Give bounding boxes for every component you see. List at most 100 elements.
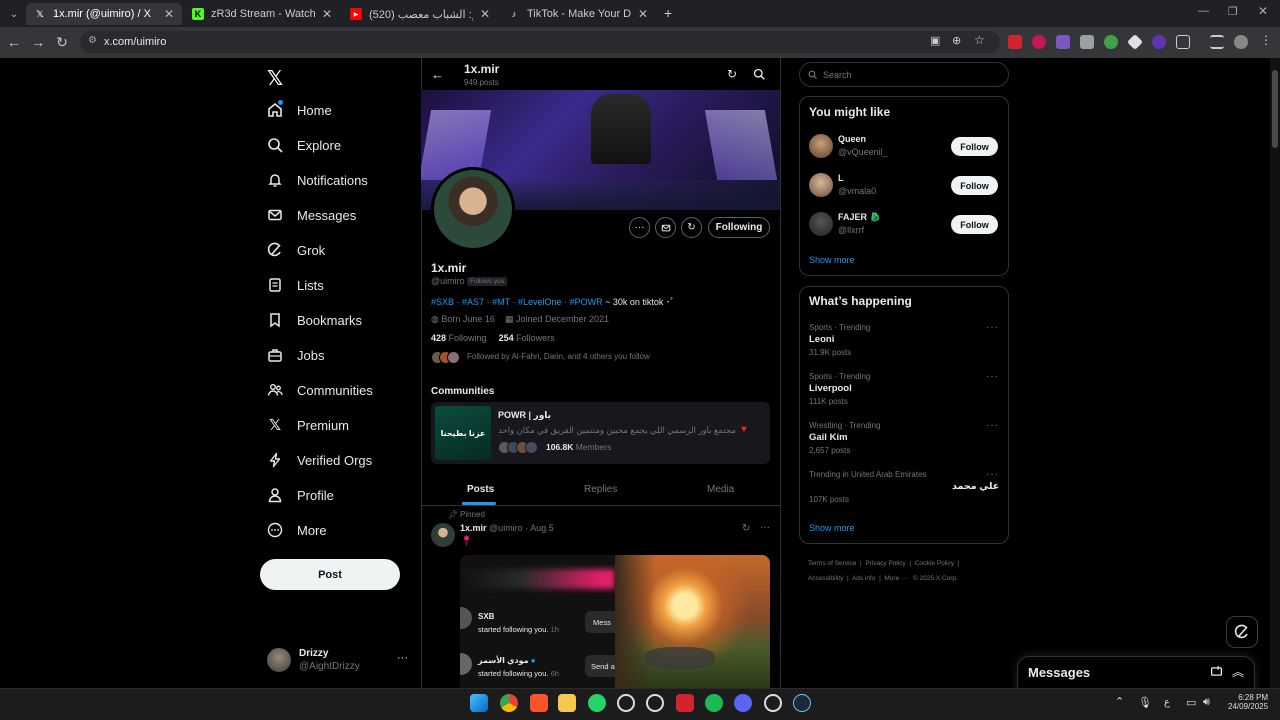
post-author-avatar[interactable] <box>431 523 455 547</box>
app-icon[interactable] <box>646 694 664 712</box>
message-button[interactable] <box>655 217 676 238</box>
post-more-icon[interactable]: ··· <box>760 522 770 533</box>
site-info-icon[interactable]: ⚙ <box>88 35 97 46</box>
chrome-icon[interactable] <box>500 694 518 712</box>
trend-name[interactable]: Liverpool <box>809 383 852 394</box>
tab-media[interactable]: Media <box>707 484 734 495</box>
extension-icon[interactable] <box>1152 35 1166 49</box>
trend-more-icon[interactable]: ··· <box>986 371 999 382</box>
forward-arrow-icon[interactable]: → <box>29 33 47 51</box>
suggestion-name[interactable]: Queen <box>838 134 866 144</box>
post-button[interactable]: Post <box>260 559 400 590</box>
tray-chevron-icon[interactable]: ⌃ <box>1115 695 1124 708</box>
extension-icon[interactable] <box>1056 35 1070 49</box>
nav-jobs[interactable]: Jobs <box>267 342 324 368</box>
network-icon[interactable]: ▭ <box>1186 696 1196 709</box>
footer-link[interactable]: Ads info <box>852 575 876 582</box>
close-tab-icon[interactable]: ✕ <box>480 7 490 21</box>
follow-button[interactable]: Follow <box>951 176 998 195</box>
nav-home[interactable]: Home <box>267 97 332 123</box>
app-icon[interactable] <box>617 694 635 712</box>
nav-lists[interactable]: Lists <box>267 272 324 298</box>
show-more-link[interactable]: Show more <box>809 523 855 533</box>
grok-float-button[interactable] <box>1226 616 1258 648</box>
new-tab-icon[interactable]: + <box>664 5 678 21</box>
hashtag-link[interactable]: #AS7 <box>462 297 484 307</box>
trend-name[interactable]: Gail Kim <box>809 432 848 443</box>
input-language[interactable]: ع <box>1164 697 1170 708</box>
nav-more[interactable]: More <box>267 517 327 543</box>
url-input[interactable]: ⚙ x.com/uimiro ▣ ⊕ ☆ <box>80 31 1000 53</box>
nav-explore[interactable]: Explore <box>267 132 341 158</box>
following-stat[interactable]: 428 Following <box>431 333 487 343</box>
brave-icon[interactable] <box>530 694 548 712</box>
nav-premium[interactable]: 𝕏 Premium <box>267 412 349 438</box>
reading-list-icon[interactable] <box>1210 35 1224 49</box>
puzzle-extensions-icon[interactable] <box>1176 35 1190 49</box>
search-icon[interactable] <box>753 67 765 85</box>
account-avatar[interactable] <box>267 648 291 672</box>
post-image-left[interactable]: SXB started following you. 1h Mess مودي … <box>460 555 615 688</box>
whatsapp-icon[interactable] <box>588 694 606 712</box>
community-card[interactable]: عزنا بطيحنا POWR | باور مجتمع باور الرسم… <box>431 402 770 464</box>
page-scrollbar[interactable] <box>1270 58 1280 688</box>
suggestion-avatar[interactable] <box>809 134 833 158</box>
expand-chevron-icon[interactable]: ︽ <box>1232 663 1244 680</box>
trend-more-icon[interactable]: ··· <box>986 322 999 333</box>
grok-icon[interactable]: ↻ <box>727 67 737 81</box>
messages-drawer[interactable]: Messages ︽ <box>1017 656 1255 688</box>
trend-name[interactable]: Leoni <box>809 334 834 345</box>
close-window-icon[interactable]: ✕ <box>1258 4 1268 18</box>
nav-verified-orgs[interactable]: Verified Orgs <box>267 447 372 473</box>
nav-profile[interactable]: Profile <box>267 482 334 508</box>
trend-more-icon[interactable]: ··· <box>986 420 999 431</box>
tab-posts[interactable]: Posts <box>467 484 494 495</box>
file-explorer-icon[interactable] <box>558 694 576 712</box>
footer-link[interactable]: More ··· <box>884 575 907 582</box>
spotify-icon[interactable] <box>705 694 723 712</box>
close-tab-icon[interactable]: ✕ <box>164 7 174 21</box>
minimize-icon[interactable]: — <box>1198 5 1209 17</box>
tab-search-chevron-icon[interactable]: ⌄ <box>6 6 22 22</box>
nav-messages[interactable]: Messages <box>267 202 356 228</box>
back-arrow-icon[interactable]: ← <box>5 33 23 51</box>
app-icon[interactable] <box>676 694 694 712</box>
cast-icon[interactable]: ▣ <box>930 34 940 47</box>
tab-replies[interactable]: Replies <box>584 484 617 495</box>
new-message-icon[interactable] <box>1210 665 1223 683</box>
hashtag-link[interactable]: #SXB <box>431 297 454 307</box>
microphone-icon[interactable]: 🎙︎ <box>1138 696 1152 709</box>
tab-tiktok[interactable]: ♪ TikTok - Make Your Day ✕ <box>500 3 656 25</box>
close-tab-icon[interactable]: ✕ <box>638 7 648 21</box>
tab-kick-stream[interactable]: K zR3d Stream - Watch Live on Ki ✕ <box>184 3 340 25</box>
nav-notifications[interactable]: Notifications <box>267 167 368 193</box>
following-button[interactable]: Following <box>708 217 770 238</box>
discord-icon[interactable] <box>734 694 752 712</box>
zoom-icon[interactable]: ⊕ <box>952 34 961 47</box>
footer-link[interactable]: Accessibility <box>808 575 843 582</box>
extension-icon[interactable] <box>1104 35 1118 49</box>
follow-button[interactable]: Follow <box>951 215 998 234</box>
post-author-name[interactable]: 1x.mir <box>460 523 487 533</box>
trend-name[interactable]: علي محمد <box>952 481 999 492</box>
footer-link[interactable]: Cookie Policy <box>915 560 954 567</box>
suggestion-avatar[interactable] <box>809 212 833 236</box>
hashtag-link[interactable]: #POWR <box>570 297 603 307</box>
followed-by-text[interactable]: Followed by Al-Fahri, Darin, and 4 other… <box>467 352 650 361</box>
hashtag-link[interactable]: #MT <box>492 297 510 307</box>
extension-icon[interactable] <box>1080 35 1094 49</box>
suggestion-avatar[interactable] <box>809 173 833 197</box>
extension-icon[interactable] <box>1032 35 1046 49</box>
show-more-link[interactable]: Show more <box>809 255 855 265</box>
suggestion-name[interactable]: L <box>838 173 844 183</box>
trend-more-icon[interactable]: ··· <box>986 469 999 480</box>
search-input[interactable]: Search <box>799 62 1009 87</box>
tab-youtube[interactable]: ▶ (520) بيجي ستيم: الشباب معصب ✕ <box>342 3 498 25</box>
bookmark-star-icon[interactable]: ☆ <box>974 33 985 47</box>
profile-avatar[interactable] <box>431 167 515 251</box>
grok-icon[interactable]: ↻ <box>742 523 750 534</box>
volume-icon[interactable]: 🔊︎ <box>1203 696 1210 709</box>
extension-icon[interactable] <box>1008 35 1022 49</box>
nav-communities[interactable]: Communities <box>267 377 373 403</box>
footer-link[interactable]: Privacy Policy <box>865 560 905 567</box>
